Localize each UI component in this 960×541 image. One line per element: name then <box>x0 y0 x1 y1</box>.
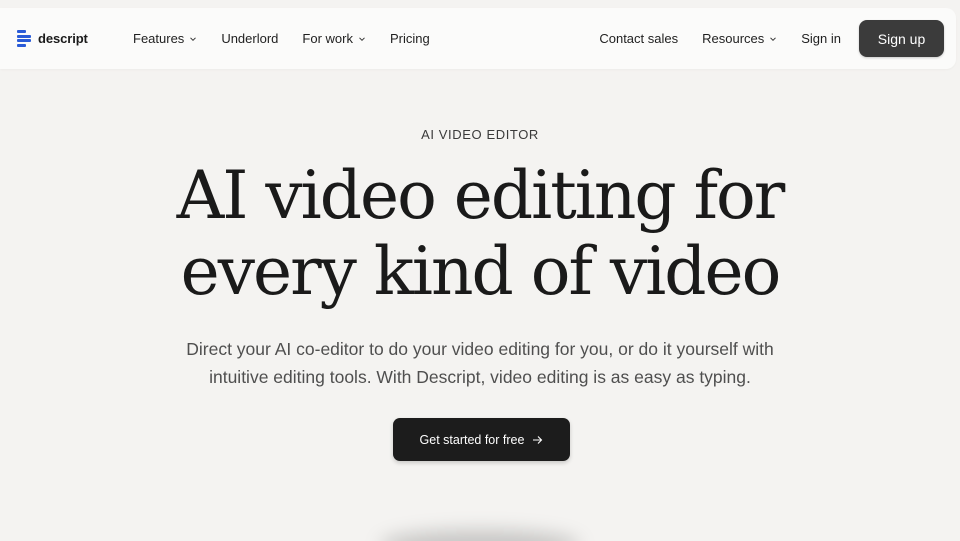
nav-item-pricing[interactable]: Pricing <box>390 31 430 46</box>
nav-item-contact-sales[interactable]: Contact sales <box>599 31 678 46</box>
nav-primary-menu: Features Underlord For work Pricing <box>133 8 454 69</box>
nav-item-resources[interactable]: Resources <box>702 31 777 46</box>
get-started-button[interactable]: Get started for free <box>393 418 570 461</box>
hero-subheading: Direct your AI co-editor to do your vide… <box>140 335 820 391</box>
sign-in-link[interactable]: Sign in <box>801 31 841 46</box>
nav-item-for-work[interactable]: For work <box>302 31 366 46</box>
nav-item-label: Resources <box>702 31 765 46</box>
nav-item-label: For work <box>302 31 353 46</box>
nav-secondary-menu: Contact sales Resources Sign in Sign up <box>599 8 944 69</box>
nav-item-label: Pricing <box>389 31 430 46</box>
descript-logo[interactable]: descript <box>17 30 88 47</box>
arrow-right-icon <box>533 435 543 444</box>
video-preview-shadow <box>380 530 580 541</box>
nav-item-label: Contact sales <box>599 31 679 46</box>
nav-item-label: Underlord <box>221 31 279 46</box>
hero-eyebrow: AI VIDEO EDITOR <box>421 127 539 142</box>
chevron-down-icon <box>770 36 777 41</box>
logo-text: descript <box>38 31 88 46</box>
sign-in-label: Sign in <box>801 31 841 46</box>
descript-logo-icon <box>17 30 32 47</box>
subhead-line-2: intuitive editing tools. With Descript, … <box>209 367 751 387</box>
cta-label: Get started for free <box>419 432 525 447</box>
chevron-down-icon <box>190 36 197 41</box>
nav-item-underlord[interactable]: Underlord <box>221 31 278 46</box>
nav-item-label: Features <box>133 31 185 46</box>
headline-line-1: AI video editing for <box>176 157 786 234</box>
subhead-line-1: Direct your AI co-editor to do your vide… <box>186 339 774 359</box>
page: descript Features Underlord For work Pri… <box>0 0 960 541</box>
hero-headline: AI video editing for every kind of video <box>0 158 960 310</box>
chevron-down-icon <box>359 36 365 41</box>
top-nav: descript Features Underlord For work Pri… <box>0 8 956 69</box>
sign-up-button[interactable]: Sign up <box>859 20 944 57</box>
headline-line-2: every kind of video <box>180 233 782 310</box>
nav-item-features[interactable]: Features <box>133 31 197 46</box>
